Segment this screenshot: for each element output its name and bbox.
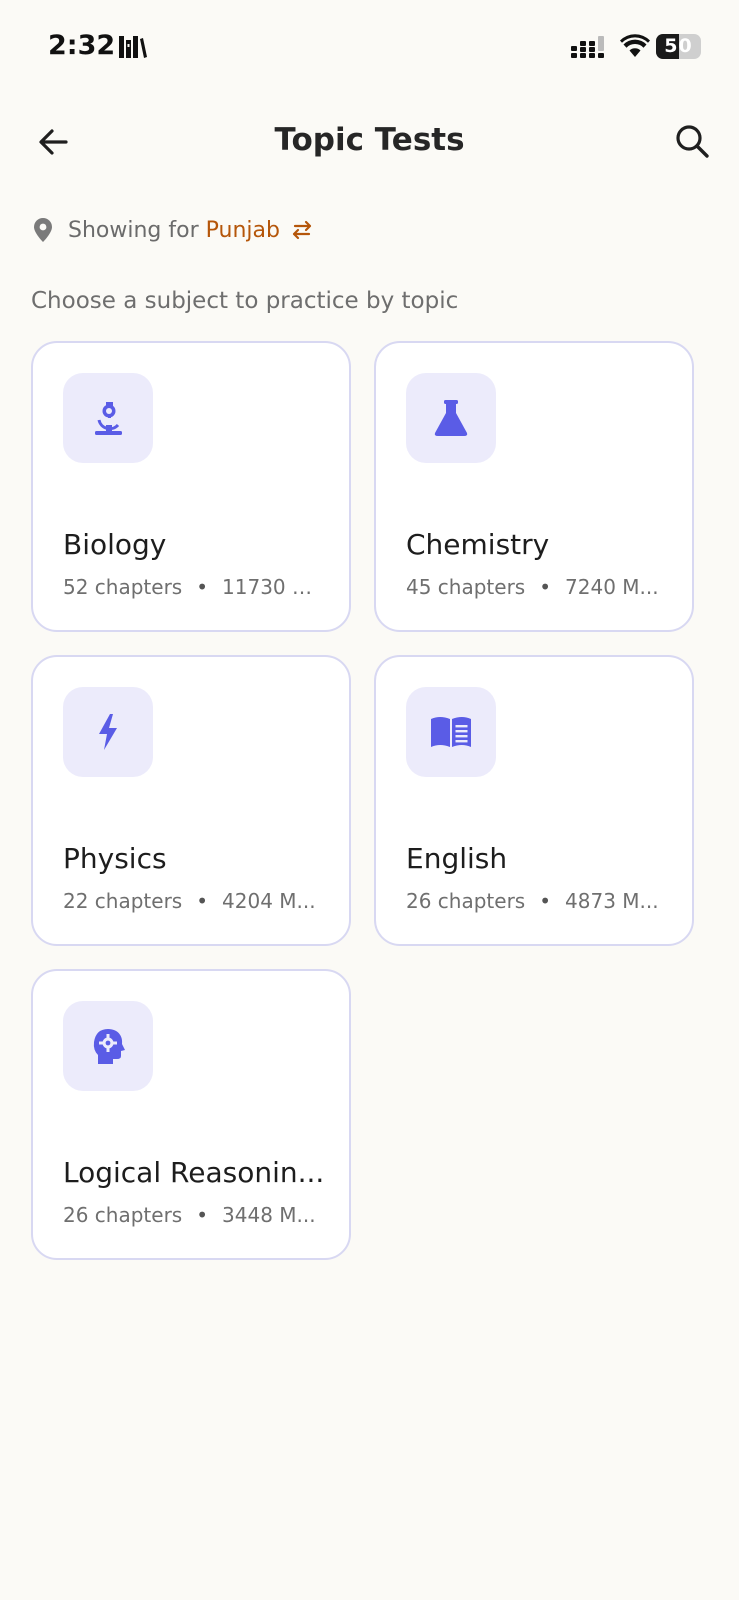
location-pin-icon — [34, 218, 52, 242]
chapter-count: 45 chapters — [406, 575, 526, 599]
separator-dot: • — [196, 575, 209, 599]
subject-meta: 22 chapters • 4204 M... — [63, 889, 333, 913]
library-icon — [119, 36, 147, 58]
subject-card-biology[interactable]: Biology 52 chapters • 11730 M... — [31, 341, 351, 632]
subject-card-english[interactable]: English 26 chapters • 4873 M... — [374, 655, 694, 946]
chapter-count: 52 chapters — [63, 575, 183, 599]
subject-icon-box — [63, 373, 153, 463]
separator-dot: • — [196, 1203, 209, 1227]
subject-title: English — [406, 842, 508, 875]
swap-arrows-icon[interactable] — [290, 220, 314, 240]
wifi-icon — [620, 34, 650, 57]
topic-tests-screen: 2:32 50 Topic Tests Showing for Punjab C… — [0, 0, 739, 1600]
subject-icon-box — [63, 1001, 153, 1091]
separator-dot: • — [539, 575, 552, 599]
search-icon[interactable] — [672, 122, 712, 162]
subject-card-chemistry[interactable]: Chemistry 45 chapters • 7240 M... — [374, 341, 694, 632]
subject-meta: 45 chapters • 7240 M... — [406, 575, 676, 599]
mcq-count: 4873 M... — [565, 889, 659, 913]
mcq-count: 3448 M... — [222, 1203, 316, 1227]
mcq-count: 4204 M... — [222, 889, 316, 913]
subject-icon-box — [406, 687, 496, 777]
page-title: Topic Tests — [274, 122, 465, 158]
subtitle: Choose a subject to practice by topic — [31, 288, 459, 314]
status-bar: 2:32 50 — [0, 0, 739, 95]
subject-card-physics[interactable]: Physics 22 chapters • 4204 M... — [31, 655, 351, 946]
battery-level: 50 — [664, 35, 693, 57]
subject-card-logical-reasoning[interactable]: Logical Reasonin... 26 chapters • 3448 M… — [31, 969, 351, 1260]
brain-gear-icon — [93, 1029, 125, 1064]
book-icon — [431, 717, 471, 747]
mcq-count: 11730 M... — [222, 575, 317, 599]
subject-title: Biology — [63, 528, 167, 561]
subject-title: Physics — [63, 842, 167, 875]
subject-meta: 26 chapters • 3448 M... — [63, 1203, 333, 1227]
flask-icon — [434, 400, 468, 436]
location-prefix: Showing for — [68, 217, 199, 243]
separator-dot: • — [196, 889, 209, 913]
subject-title: Logical Reasonin... — [63, 1156, 325, 1189]
chapter-count: 26 chapters — [406, 889, 526, 913]
microscope-icon — [95, 402, 122, 435]
subject-icon-box — [406, 373, 496, 463]
mcq-count: 7240 M... — [565, 575, 659, 599]
subject-meta: 26 chapters • 4873 M... — [406, 889, 676, 913]
chapter-count: 26 chapters — [63, 1203, 183, 1227]
lightning-icon — [99, 714, 117, 750]
battery-indicator: 50 — [656, 34, 701, 59]
subject-icon-box — [63, 687, 153, 777]
subject-meta: 52 chapters • 11730 M... — [63, 575, 333, 599]
chapter-count: 22 chapters — [63, 889, 183, 913]
separator-dot: • — [539, 889, 552, 913]
signal-icon — [571, 36, 604, 58]
location-region[interactable]: Punjab — [206, 218, 280, 243]
subject-title: Chemistry — [406, 528, 550, 561]
location-selector[interactable]: Showing for Punjab — [32, 210, 314, 250]
status-time: 2:32 — [48, 30, 116, 61]
